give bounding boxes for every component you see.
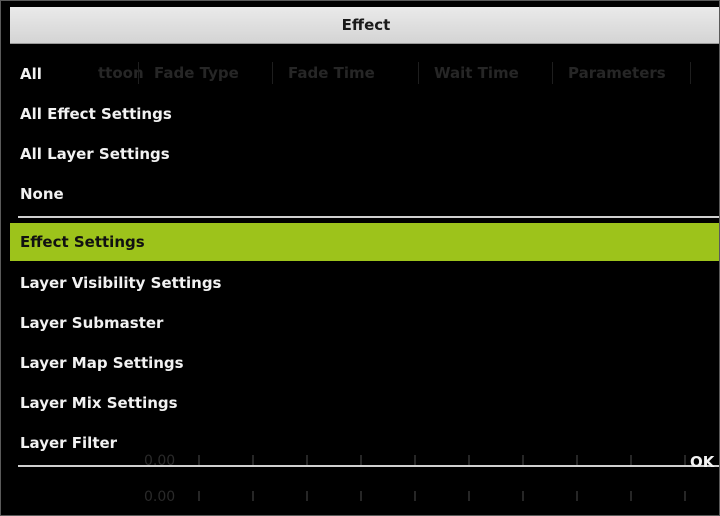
menu-item-none[interactable]: None <box>10 175 720 213</box>
menu-item-layer-filter[interactable]: Layer Filter <box>10 424 720 462</box>
menu-item-layer-visibility-settings[interactable]: Layer Visibility Settings <box>10 264 720 302</box>
menu-divider <box>18 465 720 467</box>
menu-divider <box>18 216 720 218</box>
menu-item-all-layer-settings[interactable]: All Layer Settings <box>10 135 720 173</box>
menu-item-effect-settings[interactable]: Effect Settings <box>10 223 720 261</box>
effect-menu: All All Effect Settings All Layer Settin… <box>10 55 720 516</box>
menu-item-all-effect-settings[interactable]: All Effect Settings <box>10 95 720 133</box>
menu-item-layer-mix-settings[interactable]: Layer Mix Settings <box>10 384 720 422</box>
dialog-title: Effect <box>341 16 391 34</box>
menu-item-all[interactable]: All <box>10 55 720 93</box>
ok-button[interactable]: OK <box>690 447 720 477</box>
dialog-titlebar: Effect <box>10 7 720 44</box>
menu-item-layer-submaster[interactable]: Layer Submaster <box>10 304 720 342</box>
effect-dialog: Effect ttoon Fade Type Fade Time Wait Ti… <box>0 0 720 516</box>
menu-item-layer-map-settings[interactable]: Layer Map Settings <box>10 344 720 382</box>
